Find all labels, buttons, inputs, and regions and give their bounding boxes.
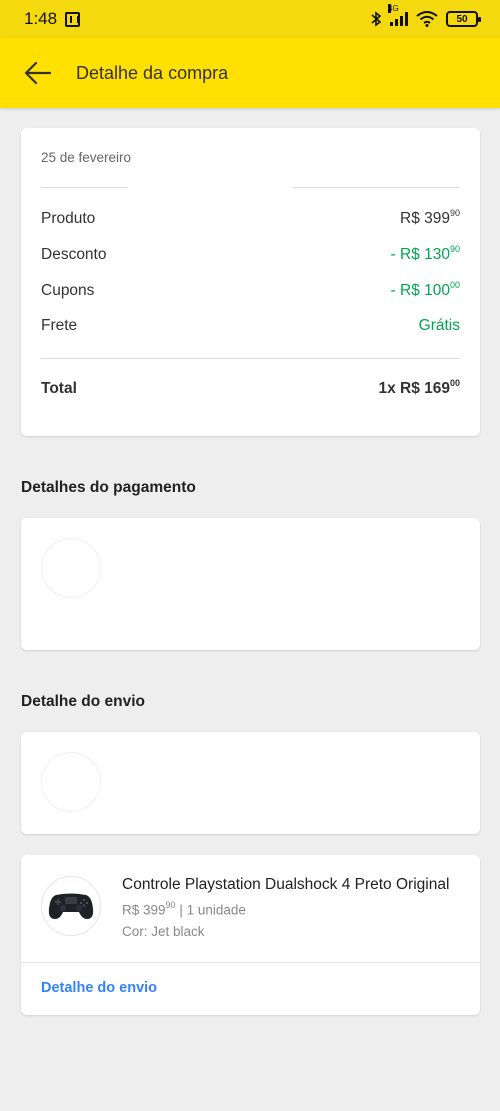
section-title-payment: Detalhes do pagamento <box>21 479 196 496</box>
summary-row-discount: Desconto - R$ 13090 <box>41 243 460 267</box>
status-bar: 1:48 4G 50 <box>0 0 500 38</box>
divider <box>41 358 460 359</box>
product-title[interactable]: Controle Playstation Dualshock 4 Preto O… <box>122 876 464 894</box>
product-image[interactable] <box>41 876 101 936</box>
row-value: Grátis <box>418 317 460 334</box>
row-label: Total <box>41 380 77 397</box>
wifi-icon <box>416 11 438 27</box>
shipping-details-card[interactable] <box>21 732 480 834</box>
row-value: 1x R$ 16900 <box>378 378 460 398</box>
row-value: - R$ 10000 <box>390 280 460 300</box>
row-label: Cupons <box>41 282 95 299</box>
row-label: Desconto <box>41 246 107 263</box>
arrow-left-icon <box>24 61 52 85</box>
shipping-icon <box>41 752 101 812</box>
divider <box>21 962 480 963</box>
battery-icon: 50 <box>446 11 481 27</box>
row-value: - R$ 13090 <box>390 244 460 264</box>
battery-level: 50 <box>456 13 468 25</box>
divider <box>293 187 460 188</box>
row-label: Frete <box>41 317 78 334</box>
section-title-shipping: Detalhe do envio <box>21 693 146 710</box>
product-price-quantity: R$ 39990 | 1 unidade <box>122 900 246 918</box>
product-card: Controle Playstation Dualshock 4 Preto O… <box>21 855 480 1015</box>
network-type: 4G <box>388 4 399 13</box>
summary-row-coupons: Cupons - R$ 10000 <box>41 279 460 303</box>
nfc-icon <box>65 11 81 27</box>
back-button[interactable] <box>0 38 76 108</box>
app-bar: Detalhe da compra <box>0 38 500 108</box>
clock: 1:48 <box>24 9 58 28</box>
purchase-date: 25 de fevereiro <box>41 150 132 165</box>
summary-row-total: Total 1x R$ 16900 <box>41 377 460 401</box>
cell-signal-icon: 4G <box>388 4 408 26</box>
bluetooth-icon <box>371 11 382 27</box>
product-color: Cor: Jet black <box>122 924 205 939</box>
row-label: Produto <box>41 210 96 227</box>
summary-row-product: Produto R$ 39990 <box>41 207 460 231</box>
purchase-summary-card: 25 de fevereiro Produto R$ 39990 Descont… <box>21 128 480 436</box>
row-value: R$ 39990 <box>400 208 460 228</box>
summary-row-shipping: Frete Grátis <box>41 314 460 338</box>
payment-method-icon <box>41 538 101 598</box>
divider <box>41 187 128 188</box>
gamepad-icon <box>48 893 94 919</box>
payment-details-card[interactable] <box>21 518 480 650</box>
page-title: Detalhe da compra <box>76 62 229 83</box>
shipping-detail-link[interactable]: Detalhe do envio <box>41 980 157 996</box>
